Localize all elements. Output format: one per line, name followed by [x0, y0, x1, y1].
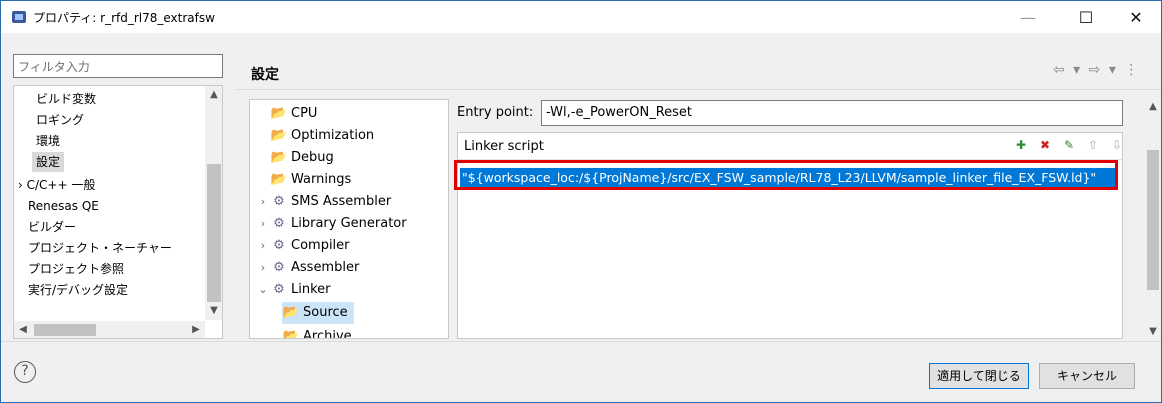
close-button[interactable]: ✕: [1113, 1, 1159, 33]
scroll-thumb[interactable]: [207, 164, 221, 302]
gear-icon: ⚙: [273, 216, 285, 231]
tree-item-library-generator[interactable]: › ⚙ Library Generator: [256, 213, 407, 235]
tree-item-assembler[interactable]: › ⚙ Assembler: [256, 257, 360, 279]
linker-script-header: Linker script ✚ ✖ ✎ ⇧ ⇩: [458, 133, 1122, 160]
chevron-right-icon[interactable]: ›: [256, 235, 270, 257]
entry-point-label: Entry point:: [457, 105, 534, 120]
folder-icon: 📂: [270, 128, 288, 143]
scroll-up-icon[interactable]: ▲: [1144, 98, 1162, 116]
gear-icon: ⚙: [273, 238, 285, 253]
tree-item-label: Warnings: [291, 172, 352, 187]
app-icon: [12, 11, 26, 23]
maximize-button[interactable]: ☐: [1063, 1, 1109, 33]
tree-item-label: SMS Assembler: [291, 194, 392, 209]
chevron-right-icon[interactable]: ›: [256, 191, 270, 213]
title-bar: プロパティ: r_rfd_rl78_extrafsw — ☐ ✕: [1, 1, 1161, 33]
folder-icon: 📂: [270, 150, 288, 165]
nav-item-builders[interactable]: ビルダー: [28, 217, 76, 237]
scroll-down-icon[interactable]: ▼: [205, 302, 222, 320]
tree-item-label: Source: [303, 305, 348, 320]
scroll-down-icon[interactable]: ▼: [1144, 323, 1162, 341]
nav-vertical-scrollbar[interactable]: ▲ ▼: [205, 86, 222, 320]
gear-icon: ⚙: [273, 260, 285, 275]
folder-icon: 📂: [270, 172, 288, 187]
scroll-thumb[interactable]: [1147, 150, 1159, 290]
filter-input[interactable]: フィルタ入力: [13, 54, 223, 78]
tool-settings-tree: 📂 CPU 📂 Optimization 📂 Debug 📂 Warnings › ⚙ SM…: [249, 99, 449, 339]
move-down-icon[interactable]: ⇩: [1108, 136, 1126, 154]
add-icon[interactable]: ✚: [1012, 136, 1030, 154]
entry-point-field[interactable]: -Wl,-e_PowerON_Reset: [541, 100, 1123, 126]
page-title: 設定: [251, 67, 279, 83]
tree-item-label: Archive: [303, 329, 352, 339]
tree-item-warnings[interactable]: 📂 Warnings: [270, 169, 351, 191]
nav-item-renesas-qe[interactable]: Renesas QE: [28, 196, 99, 216]
tree-item-label: Optimization: [291, 128, 375, 143]
cancel-button[interactable]: キャンセル: [1039, 363, 1135, 389]
chevron-right-icon[interactable]: ›: [18, 178, 27, 192]
window-title: プロパティ: r_rfd_rl78_extrafsw: [33, 11, 215, 25]
edit-icon[interactable]: ✎: [1060, 136, 1078, 154]
nav-item-project-references[interactable]: プロジェクト参照: [28, 259, 124, 279]
delete-icon[interactable]: ✖: [1036, 136, 1054, 154]
properties-window: プロパティ: r_rfd_rl78_extrafsw — ☐ ✕ フィルタ入力 …: [0, 0, 1162, 403]
footer-divider: [1, 341, 1161, 342]
tree-item-source[interactable]: 📂 Source: [282, 302, 354, 324]
highlight-box: [454, 160, 1118, 190]
nav-item-run-debug-settings[interactable]: 実行/デバッグ設定: [28, 280, 128, 300]
minimize-button[interactable]: —: [1005, 1, 1051, 33]
folder-icon: 📂: [282, 305, 300, 320]
nav-item-cpp-general[interactable]: › C/C++ 一般: [18, 175, 95, 195]
scroll-thumb[interactable]: [34, 324, 96, 336]
tree-item-compiler[interactable]: › ⚙ Compiler: [256, 235, 350, 257]
tree-item-label: CPU: [291, 106, 318, 121]
tree-item-archive[interactable]: 📂 Archive: [282, 326, 352, 339]
gear-icon: ⚙: [273, 282, 285, 297]
nav-item-environment[interactable]: 環境: [36, 131, 60, 151]
nav-item-logging[interactable]: ロギング: [36, 110, 84, 130]
tree-item-linker[interactable]: ⌄ ⚙ Linker: [256, 279, 331, 301]
tree-item-label: Compiler: [291, 238, 350, 253]
apply-and-close-button[interactable]: 適用して閉じる: [929, 363, 1029, 389]
nav-item-settings[interactable]: 設定: [32, 152, 65, 172]
history-nav-icons[interactable]: ⇦ ▾ ⇨ ▾ ⋮: [1053, 62, 1140, 78]
folder-icon: 📂: [282, 329, 300, 339]
linker-script-title: Linker script: [464, 139, 544, 154]
nav-item-project-natures[interactable]: プロジェクト・ネーチャー: [28, 238, 172, 258]
nav-item-label: C/C++ 一般: [26, 178, 96, 192]
tree-item-sms-assembler[interactable]: › ⚙ SMS Assembler: [256, 191, 391, 213]
tree-item-label: Linker: [291, 282, 331, 297]
scroll-right-icon[interactable]: ▶: [187, 321, 205, 338]
tree-item-cpu[interactable]: 📂 CPU: [270, 103, 318, 125]
linker-script-toolbar: ✚ ✖ ✎ ⇧ ⇩: [1012, 136, 1126, 154]
content-vertical-scrollbar[interactable]: ▲ ▼: [1145, 98, 1161, 341]
tree-item-label: Assembler: [291, 260, 360, 275]
tree-item-optimization[interactable]: 📂 Optimization: [270, 125, 374, 147]
tree-item-label: Debug: [291, 150, 334, 165]
property-nav-tree: ビルド変数 ロギング 環境 設定 › C/C++ 一般 Renesas QE ビ…: [13, 85, 223, 339]
nav-item-build-variables[interactable]: ビルド変数: [36, 89, 96, 109]
help-icon[interactable]: ?: [14, 361, 36, 383]
scroll-left-icon[interactable]: ◀: [14, 321, 32, 338]
chevron-down-icon[interactable]: ⌄: [256, 279, 270, 301]
gear-icon: ⚙: [273, 194, 285, 209]
page-header: 設定 ⇦ ▾ ⇨ ▾ ⋮: [235, 54, 1161, 90]
scroll-up-icon[interactable]: ▲: [205, 86, 222, 104]
chevron-right-icon[interactable]: ›: [256, 257, 270, 279]
tree-item-debug[interactable]: 📂 Debug: [270, 147, 334, 169]
move-up-icon[interactable]: ⇧: [1084, 136, 1102, 154]
nav-horizontal-scrollbar[interactable]: ◀ ▶: [14, 321, 205, 338]
chevron-right-icon[interactable]: ›: [256, 213, 270, 235]
tree-item-label: Library Generator: [291, 216, 407, 231]
folder-icon: 📂: [270, 106, 288, 121]
